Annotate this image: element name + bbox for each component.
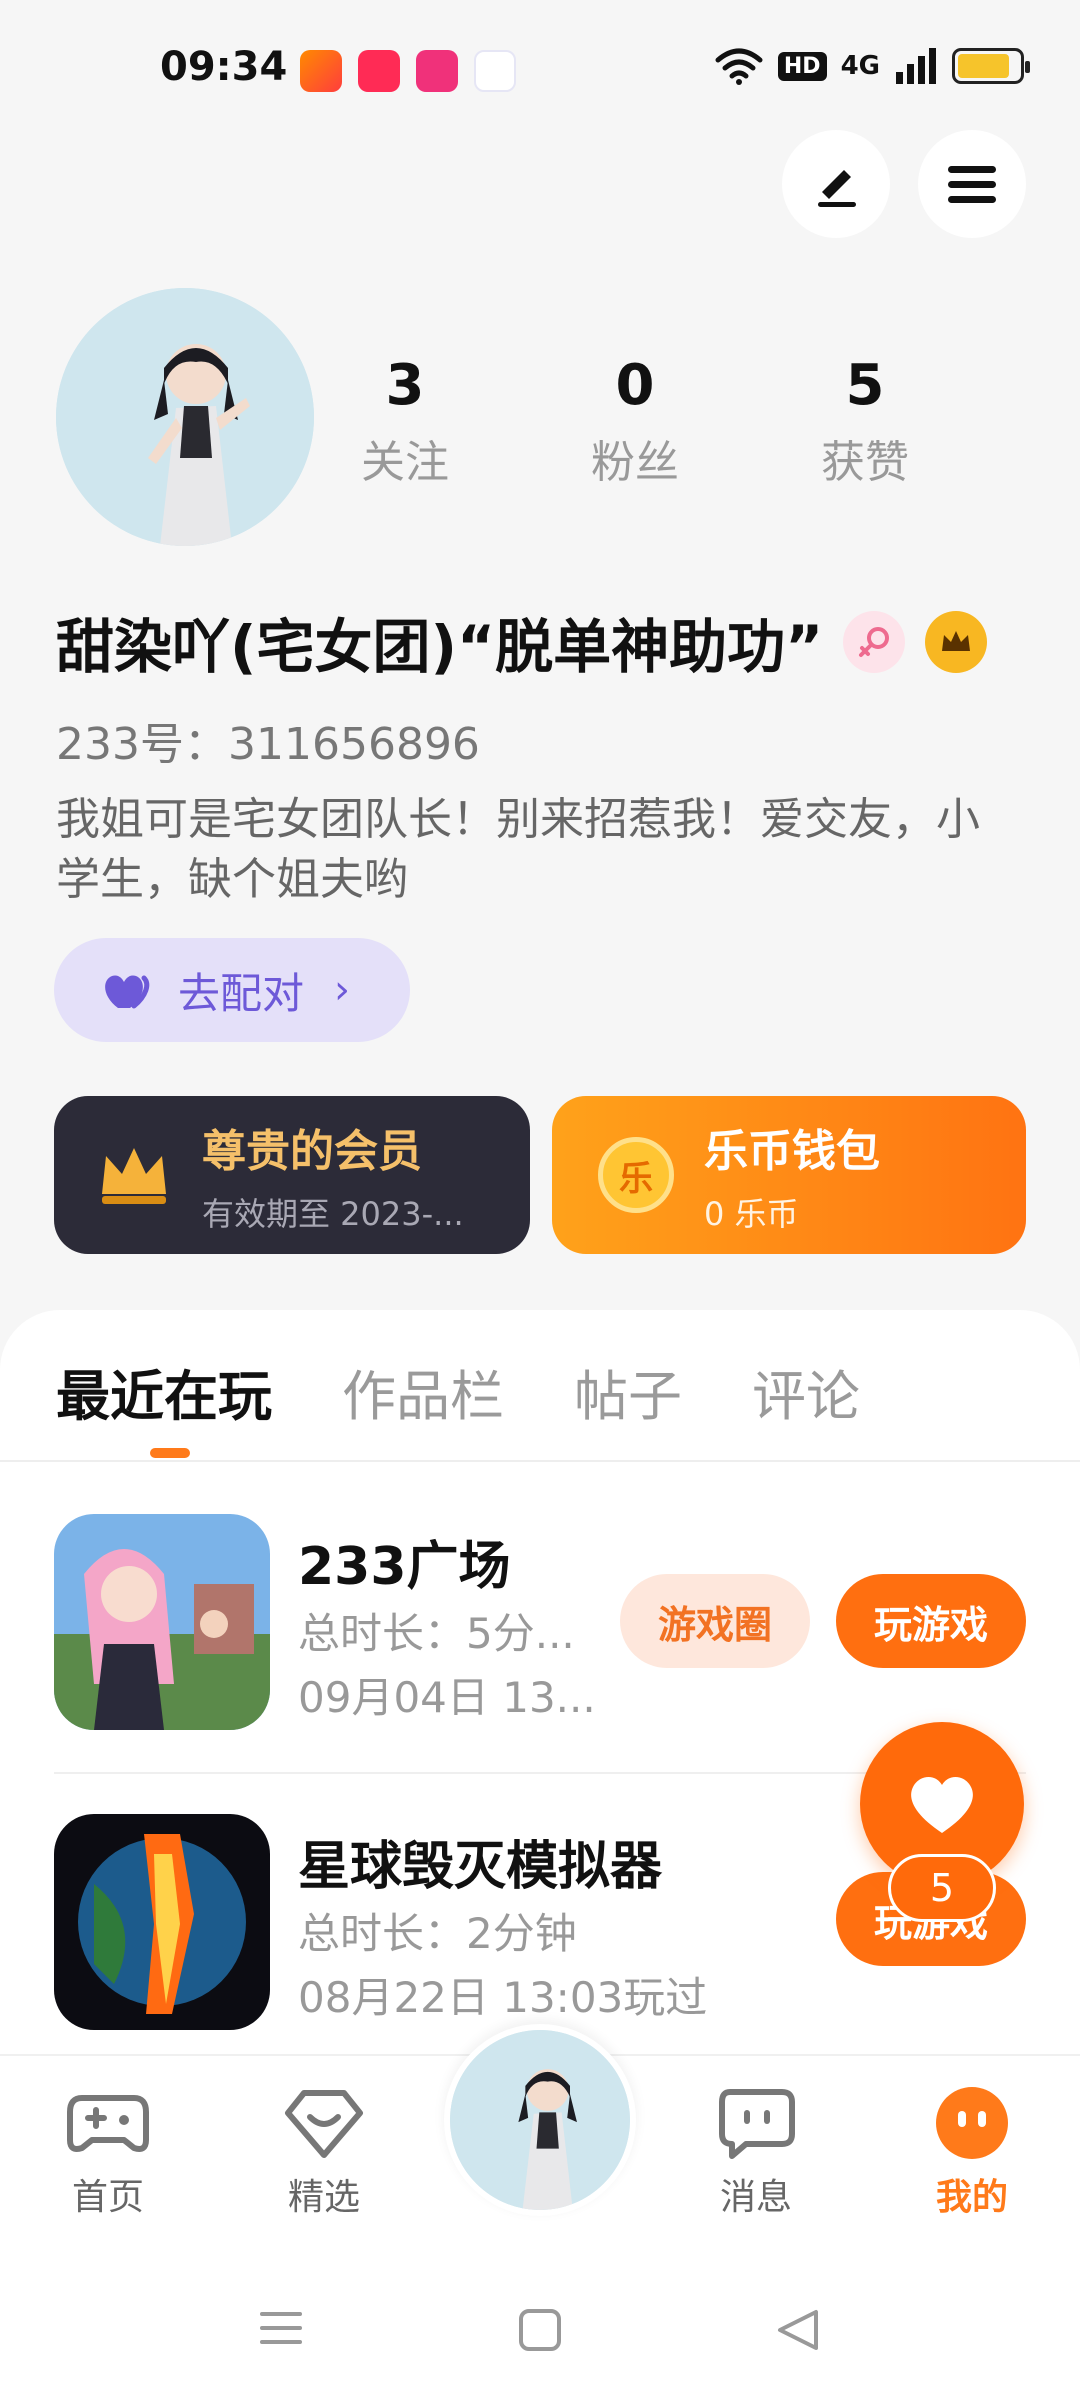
gold-crown-icon: [102, 1148, 166, 1204]
match-button[interactable]: 去配对 ›: [54, 938, 410, 1042]
chat-icon: [714, 2086, 798, 2160]
game-art-icon: [54, 1514, 270, 1730]
face-icon: [930, 2086, 1014, 2160]
signal-icon: [896, 48, 936, 84]
pen-icon: [818, 170, 856, 207]
tab-posts[interactable]: 帖子: [574, 1352, 682, 1431]
tab-indicator: [150, 1448, 190, 1458]
nav-me-label: 我的: [935, 2177, 1008, 2218]
status-bar: 09:34 HD 4G: [0, 0, 1080, 140]
likes-count: 5: [845, 353, 885, 418]
nickname: 甜染吖(宅女团)“脱单神助功”: [56, 613, 824, 681]
following-label: 关注: [361, 437, 449, 488]
gamepad-icon: [66, 2086, 150, 2160]
following-count: 3: [385, 353, 425, 418]
followers-stat[interactable]: 0 粉丝: [520, 350, 750, 490]
heart-icon: [911, 1776, 973, 1833]
vip-card[interactable]: 尊贵的会员 有效期至 2023-...: [54, 1096, 530, 1254]
vip-expiry: 有效期至 2023-...: [202, 1195, 464, 1233]
coin-icon: 乐: [598, 1137, 674, 1213]
female-icon: [859, 627, 890, 657]
kuaishou-icon: [300, 50, 342, 92]
profile-tabs: 最近在玩 作品栏 帖子 评论: [56, 1352, 860, 1431]
likes-label: 获赞: [821, 437, 909, 488]
planet-explosion-icon: [54, 1814, 270, 2030]
menu-icon: [948, 166, 996, 203]
nav-home-label: 首页: [71, 2177, 144, 2218]
like-count: 5: [888, 1854, 996, 1922]
tabs-divider: [0, 1460, 1080, 1462]
battery-icon: [952, 48, 1030, 84]
vip-title: 尊贵的会员: [202, 1126, 422, 1177]
crown-icon: [942, 631, 971, 651]
wallet-card[interactable]: 乐 乐币钱包 0 乐币: [552, 1096, 1026, 1254]
double-heart-icon: [105, 975, 150, 1009]
avatar-character-icon: [56, 288, 314, 546]
nickname-row: 甜染吖(宅女团)“脱单神助功”: [56, 600, 988, 684]
bio: 我姐可是宅女团队长！别来招惹我！爱交友，小学生，缺个姐夫哟: [56, 794, 980, 905]
back-triangle-icon[interactable]: [776, 2308, 820, 2352]
status-time: 09:34: [160, 44, 288, 90]
tab-works[interactable]: 作品栏: [342, 1352, 504, 1431]
game-last-played: 08月22日 13:03玩过: [298, 1973, 708, 2022]
avatar-character-icon: [450, 2030, 630, 2210]
battery-level: [958, 54, 1009, 78]
video-icon: [358, 50, 400, 92]
followers-count: 0: [615, 353, 655, 418]
game-title: 233广场: [298, 1537, 511, 1597]
following-stat[interactable]: 3 关注: [290, 350, 520, 490]
game-title: 星球毁灭模拟器: [298, 1837, 663, 1897]
nav-messages[interactable]: 消息: [696, 2086, 816, 2220]
heart-badge-icon: [282, 2086, 366, 2160]
user-id: 233号：311656896: [56, 719, 480, 770]
female-badge: [843, 611, 906, 673]
tab-comments[interactable]: 评论: [752, 1352, 860, 1431]
edit-profile-button[interactable]: [782, 130, 890, 238]
nav-featured-label: 精选: [287, 2177, 360, 2218]
game-circle-button[interactable]: 游戏圈: [620, 1574, 810, 1668]
network-type: 4G: [840, 51, 880, 81]
nav-me[interactable]: 我的: [912, 2086, 1032, 2220]
game-icon-233-square: [54, 1514, 270, 1730]
home-square-icon[interactable]: [518, 2308, 562, 2352]
baidu-icon: [474, 50, 516, 92]
recents-menu-icon[interactable]: [258, 2308, 304, 2348]
nav-messages-label: 消息: [719, 2177, 792, 2218]
match-label: 去配对: [178, 968, 305, 1018]
wallet-title: 乐币钱包: [704, 1126, 880, 1177]
wifi-icon: [715, 48, 763, 85]
coin-char: 乐: [619, 1158, 653, 1199]
wallet-balance: 0 乐币: [704, 1195, 799, 1233]
system-nav-bar: [0, 2250, 1080, 2400]
tab-recent-played[interactable]: 最近在玩: [56, 1352, 272, 1431]
followers-label: 粉丝: [591, 437, 679, 488]
game-last-played: 09月04日 13...: [298, 1673, 596, 1722]
list-item[interactable]: 233广场 总时长：5分... 09月04日 13... 游戏圈 玩游戏: [0, 1514, 1080, 1754]
vip-crown-badge[interactable]: [925, 611, 988, 673]
avatar-shortcut-button[interactable]: [444, 2024, 636, 2216]
game-duration: 总时长：5分...: [298, 1609, 575, 1658]
menu-button[interactable]: [918, 130, 1026, 238]
game-icon-planet-destroy: [54, 1814, 270, 2030]
profile-stats: 3 关注 0 粉丝 5 获赞: [290, 350, 980, 490]
status-indicators: HD 4G: [714, 46, 1030, 86]
nav-home[interactable]: 首页: [48, 2086, 168, 2220]
nav-featured[interactable]: 精选: [264, 2086, 384, 2220]
chevron-right-icon: ›: [334, 967, 351, 1013]
likes-stat[interactable]: 5 获赞: [750, 350, 980, 490]
vipshop-icon: [416, 50, 458, 92]
avatar[interactable]: [56, 288, 314, 546]
game-duration: 总时长：2分钟: [298, 1909, 577, 1958]
play-game-button[interactable]: 玩游戏: [836, 1574, 1026, 1668]
hd-badge: HD: [777, 51, 827, 81]
